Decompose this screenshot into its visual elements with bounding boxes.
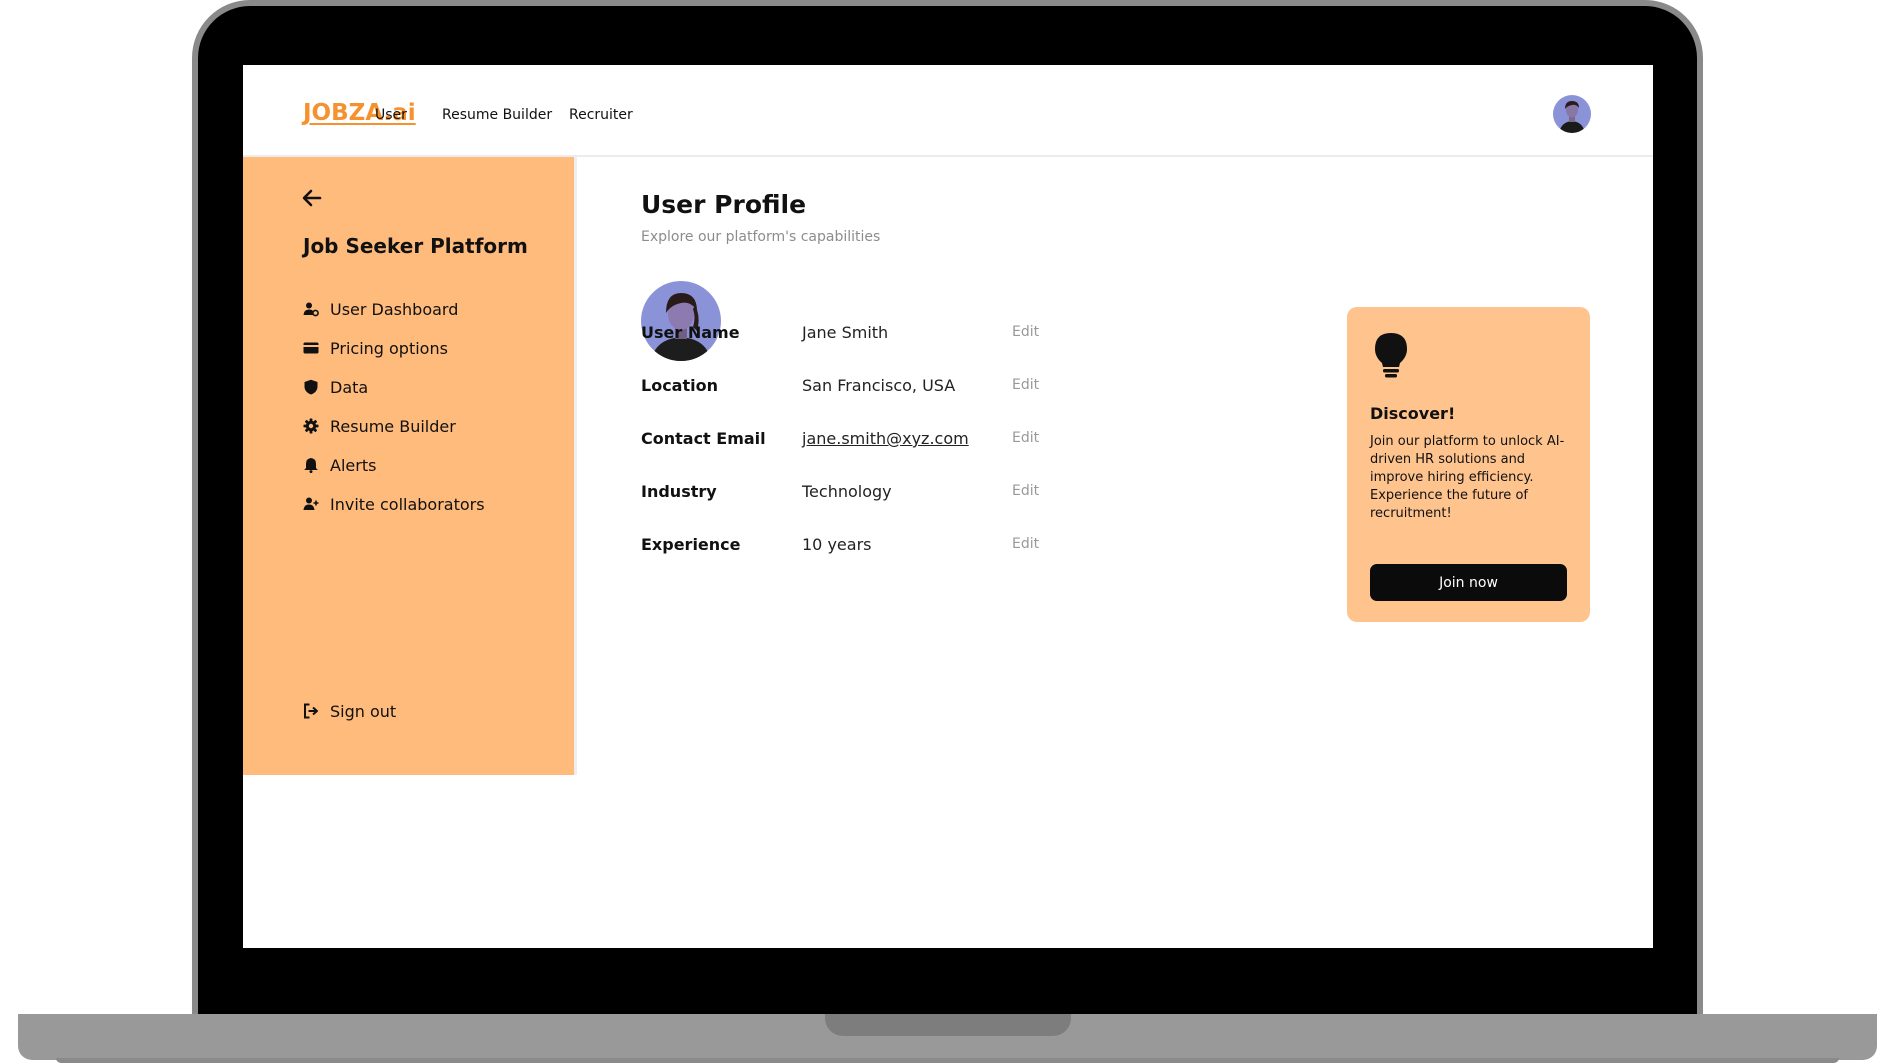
bell-icon [303, 457, 319, 473]
arrow-left-icon[interactable] [301, 187, 323, 209]
sidebar: Job Seeker Platform User Dashboard Prici… [243, 157, 577, 775]
user-plus-icon [303, 496, 319, 512]
sidebar-item-pricing-options[interactable]: Pricing options [303, 337, 448, 359]
lightbulb-icon [1372, 331, 1410, 379]
sidebar-item-data[interactable]: Data [303, 376, 368, 398]
sidebar-item-label: Pricing options [330, 338, 448, 358]
sidebar-item-label: Alerts [330, 455, 377, 475]
sidebar-item-user-dashboard[interactable]: User Dashboard [303, 298, 458, 320]
discover-card: Discover! Join our platform to unlock AI… [1347, 307, 1590, 622]
sidebar-item-invite-collaborators[interactable]: Invite collaborators [303, 493, 485, 515]
field-label-experience: Experience [641, 535, 741, 554]
field-value-location: San Francisco, USA [802, 376, 956, 395]
sidebar-item-resume-builder[interactable]: Resume Builder [303, 415, 456, 437]
field-label-location: Location [641, 376, 718, 395]
shield-icon [303, 379, 319, 395]
sign-out-button[interactable]: Sign out [303, 700, 396, 722]
card-title: Discover! [1370, 404, 1456, 423]
sidebar-item-label: Data [330, 377, 369, 397]
join-now-button[interactable]: Join now [1370, 564, 1567, 601]
laptop-mockup: JOBZA.ai User Resume Builder Recruiter J… [0, 0, 1890, 1063]
laptop-base-edge [56, 1058, 1839, 1063]
top-navbar: JOBZA.ai User Resume Builder Recruiter [243, 65, 1653, 157]
sign-out-icon [303, 703, 319, 719]
credit-card-icon [303, 340, 319, 356]
profile-avatar[interactable] [641, 281, 721, 361]
user-avatar[interactable] [1553, 95, 1591, 133]
page-title: User Profile [641, 190, 807, 219]
laptop-notch [825, 1014, 1071, 1036]
nav-link-resume-builder[interactable]: Resume Builder [442, 107, 552, 123]
field-value-user-name: Jane Smith [802, 323, 889, 342]
nav-link-user[interactable]: User [375, 107, 407, 123]
field-value-experience: 10 years [802, 535, 872, 554]
user-gear-icon [303, 301, 319, 317]
edit-contact-email-link[interactable]: Edit [1012, 430, 1039, 446]
field-value-industry: Technology [802, 482, 892, 501]
nav-link-recruiter[interactable]: Recruiter [569, 107, 633, 123]
sidebar-item-label: User Dashboard [330, 299, 459, 319]
gear-icon [303, 418, 319, 434]
sidebar-item-label: Resume Builder [330, 416, 456, 436]
sidebar-item-alerts[interactable]: Alerts [303, 454, 376, 476]
edit-location-link[interactable]: Edit [1012, 377, 1039, 393]
edit-industry-link[interactable]: Edit [1012, 483, 1039, 499]
field-label-user-name: User Name [641, 323, 740, 342]
edit-experience-link[interactable]: Edit [1012, 536, 1039, 552]
sidebar-item-label: Invite collaborators [330, 494, 485, 514]
field-value-contact-email[interactable]: jane.smith@xyz.com [802, 429, 969, 448]
card-description: Join our platform to unlock AI-driven HR… [1370, 434, 1565, 521]
app-screen: JOBZA.ai User Resume Builder Recruiter J… [243, 65, 1653, 948]
sidebar-title: Job Seeker Platform [303, 234, 528, 258]
field-label-contact-email: Contact Email [641, 429, 766, 448]
edit-user-name-link[interactable]: Edit [1012, 324, 1039, 340]
field-label-industry: Industry [641, 482, 717, 501]
sign-out-label: Sign out [330, 701, 397, 721]
page-subtitle: Explore our platform's capabilities [641, 229, 881, 245]
